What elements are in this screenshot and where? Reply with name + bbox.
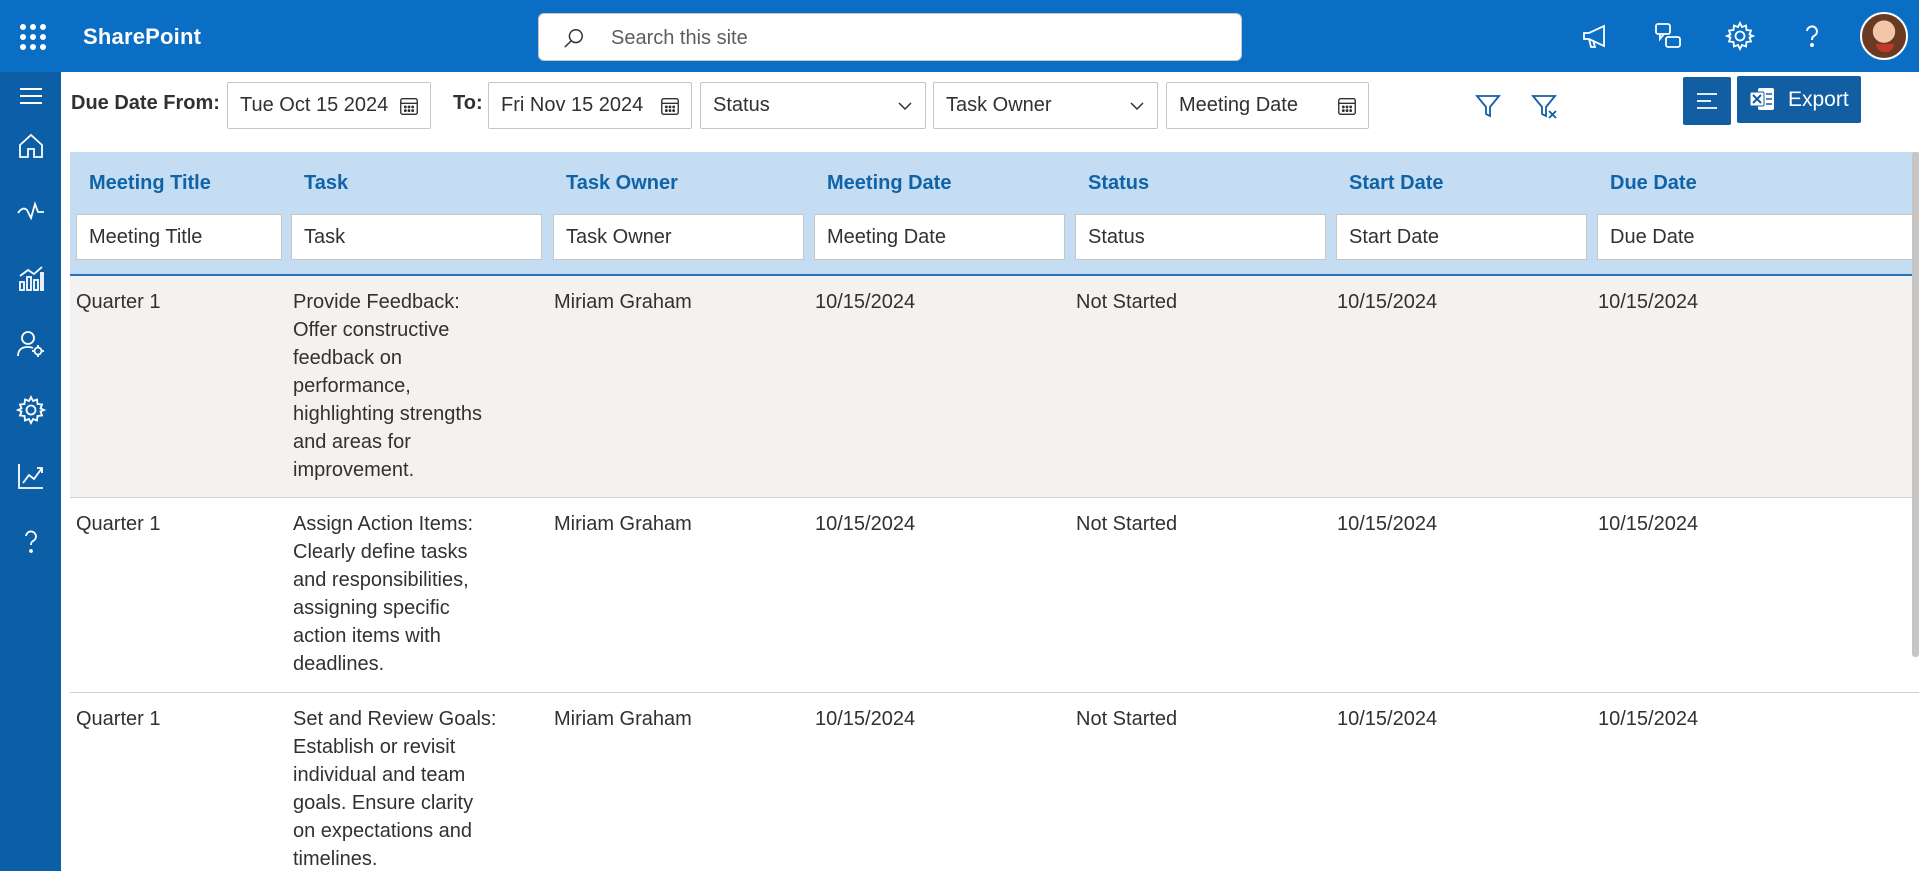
cell-start-date: 10/15/2024 [1337, 708, 1438, 730]
home-icon[interactable] [15, 130, 47, 162]
app-brand[interactable]: SharePoint [83, 24, 201, 50]
due-date-from-picker[interactable]: Tue Oct 15 2024 [227, 82, 431, 129]
cell-due-date: 10/15/2024 [1598, 513, 1699, 535]
cell-due-date: 10/15/2024 [1598, 291, 1699, 313]
cell-meeting-date: 10/15/2024 [815, 513, 916, 535]
meeting-date-filter-input[interactable] [814, 214, 1065, 260]
app-launcher-icon[interactable] [20, 24, 46, 50]
pulse-icon[interactable] [15, 196, 47, 228]
cell-task-owner: Miriam Graham [554, 708, 692, 730]
due-date-to-picker[interactable]: Fri Nov 15 2024 [488, 82, 692, 129]
cell-meeting-title: Quarter 1 [76, 708, 161, 730]
cell-task: Provide Feedback: Offer constructive feedb… [293, 291, 483, 481]
cell-status: Not Started [1076, 513, 1178, 535]
hamburger-icon[interactable] [15, 80, 47, 112]
due-date-filter-input[interactable] [1597, 214, 1919, 260]
cell-status: Not Started [1076, 291, 1178, 313]
export-label: Export [1788, 88, 1849, 111]
search-icon [564, 29, 583, 48]
col-header-start-date[interactable]: Start Date [1349, 172, 1443, 195]
col-header-due-date[interactable]: Due Date [1610, 172, 1697, 195]
filter-icon[interactable] [1474, 92, 1502, 120]
task-filter-input[interactable] [291, 214, 542, 260]
col-header-meeting-date[interactable]: Meeting Date [827, 172, 951, 195]
help-icon[interactable] [1796, 20, 1828, 52]
due-date-to-label: To: [453, 92, 483, 114]
start-date-filter-input[interactable] [1336, 214, 1587, 260]
clear-filter-icon[interactable] [1530, 92, 1558, 120]
task-owner-dropdown-label: Task Owner [946, 94, 1052, 116]
table-row[interactable]: Quarter 1 Provide Feedback: Offer constru… [70, 276, 1919, 498]
lines-icon [1697, 93, 1717, 109]
cell-meeting-title: Quarter 1 [76, 291, 161, 313]
cell-meeting-title: Quarter 1 [76, 513, 161, 535]
cell-task: Set and Review Goals: Establish or revisi… [293, 708, 497, 870]
grid-header: Meeting Title Task Task Owner Meeting Da… [70, 152, 1919, 276]
meeting-date-picker[interactable]: Meeting Date [1166, 82, 1369, 129]
cell-start-date: 10/15/2024 [1337, 291, 1438, 313]
vertical-scrollbar[interactable] [1912, 152, 1919, 657]
column-menu-button[interactable] [1683, 77, 1731, 125]
settings-icon[interactable] [15, 394, 47, 426]
col-header-status[interactable]: Status [1088, 172, 1149, 195]
suite-bar: SharePoint [0, 0, 1919, 72]
search-box[interactable] [538, 13, 1242, 61]
cell-task-owner: Miriam Graham [554, 513, 692, 535]
cell-meeting-date: 10/15/2024 [815, 291, 916, 313]
user-settings-icon[interactable] [15, 328, 47, 360]
chevron-down-icon [1130, 102, 1144, 111]
help-icon[interactable] [15, 526, 47, 558]
avatar[interactable] [1860, 12, 1908, 60]
meeting-date-picker-label: Meeting Date [1179, 94, 1298, 116]
meeting-title-filter-input[interactable] [76, 214, 282, 260]
trend-icon[interactable] [15, 460, 47, 492]
calendar-icon [661, 97, 679, 115]
task-owner-filter-input[interactable] [553, 214, 804, 260]
settings-icon[interactable] [1724, 20, 1756, 52]
analytics-icon[interactable] [15, 262, 47, 294]
table-row[interactable]: Quarter 1 Set and Review Goals: Establish… [70, 693, 1919, 873]
status-dropdown[interactable]: Status [700, 82, 926, 129]
search-input[interactable] [611, 24, 1211, 52]
table-row[interactable]: Quarter 1 Assign Action Items: Clearly de… [70, 498, 1919, 693]
due-date-to-value: Fri Nov 15 2024 [501, 94, 644, 116]
cell-task: Assign Action Items: Clearly define tasks… [293, 513, 474, 675]
calendar-icon [400, 97, 418, 115]
chevron-down-icon [898, 102, 912, 111]
task-owner-dropdown[interactable]: Task Owner [933, 82, 1158, 129]
col-header-task[interactable]: Task [304, 172, 348, 195]
col-header-task-owner[interactable]: Task Owner [566, 172, 678, 195]
due-date-from-label: Due Date From: [71, 92, 220, 114]
cell-status: Not Started [1076, 708, 1178, 730]
due-date-from-value: Tue Oct 15 2024 [240, 94, 389, 116]
cell-task-owner: Miriam Graham [554, 291, 692, 313]
excel-icon [1749, 88, 1774, 110]
status-dropdown-label: Status [713, 94, 770, 116]
export-button[interactable]: Export [1737, 76, 1861, 123]
col-header-meeting-title[interactable]: Meeting Title [89, 172, 211, 195]
status-filter-input[interactable] [1075, 214, 1326, 260]
megaphone-icon[interactable] [1580, 20, 1612, 52]
cell-start-date: 10/15/2024 [1337, 513, 1438, 535]
calendar-icon [1338, 97, 1356, 115]
left-rail [0, 72, 61, 871]
feedback-icon[interactable] [1652, 20, 1684, 52]
cell-due-date: 10/15/2024 [1598, 708, 1699, 730]
cell-meeting-date: 10/15/2024 [815, 708, 916, 730]
